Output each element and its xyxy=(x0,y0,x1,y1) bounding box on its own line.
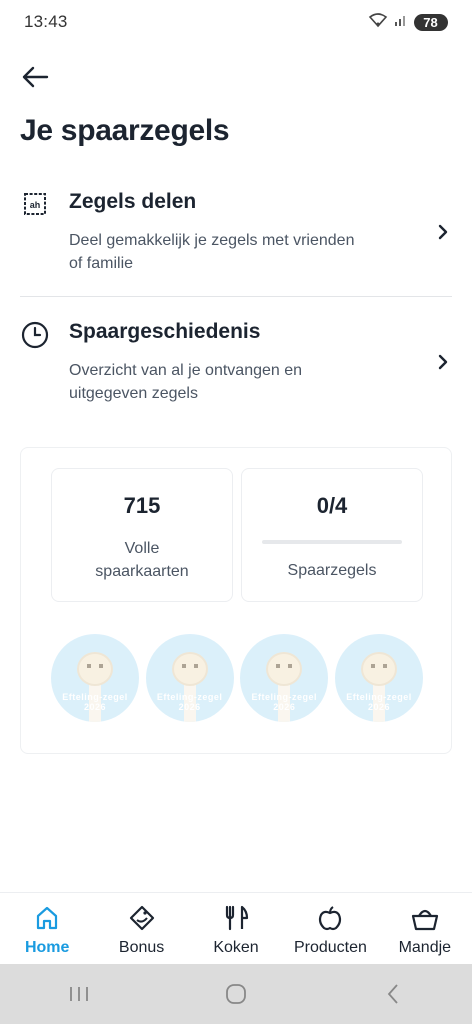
chevron-right-icon xyxy=(436,352,450,372)
nav-item-label: Home xyxy=(24,939,70,956)
nav-item-label: Mandje xyxy=(398,939,452,956)
arrow-left-icon xyxy=(22,66,49,88)
back-button[interactable] xyxy=(18,60,52,94)
home-system-button[interactable] xyxy=(206,974,266,1014)
wifi-icon xyxy=(368,12,388,33)
stamps-label: Spaarzegels xyxy=(287,562,377,579)
stamp-eyes xyxy=(276,664,293,668)
stamp-text: Efteling-zegel 2026 xyxy=(346,692,412,712)
recent-apps-icon xyxy=(69,987,88,1001)
status-icons: 78 xyxy=(368,12,448,33)
menu-item-title: Zegels delen xyxy=(69,190,197,213)
stamp-face xyxy=(77,652,113,686)
nav-item-home[interactable]: Home xyxy=(0,893,94,964)
stamp-image: Efteling-zegel 2026 xyxy=(240,634,329,722)
home-icon xyxy=(32,903,62,933)
nav-item-label: Koken xyxy=(213,939,259,956)
home-circle-icon xyxy=(226,984,246,1004)
stamps-row: Efteling-zegel 2026 Efteling-zegel 2026 Ef… xyxy=(51,634,423,726)
menu-item-spaargeschiedenis[interactable]: Spaargeschiedenis Overzicht van al je on… xyxy=(0,310,472,420)
recent-apps-button[interactable] xyxy=(49,974,109,1014)
stamp-text: Efteling-zegel 2026 xyxy=(62,692,128,712)
status-bar: 13:43 78 xyxy=(0,0,472,44)
stamp-face xyxy=(360,652,397,686)
stamp-text: Efteling-zegel 2026 xyxy=(251,692,318,712)
svg-text:ah: ah xyxy=(30,200,41,210)
stamp-eyes xyxy=(181,664,198,668)
nav-item-koken[interactable]: Koken xyxy=(189,893,283,964)
tag-icon xyxy=(127,903,157,933)
page-title: Je spaarzegels xyxy=(20,114,230,147)
nav-item-label: Producten xyxy=(293,939,367,956)
bottom-nav: Home Bonus Koken Producten Mandje xyxy=(0,892,472,964)
stamp-image: Efteling-zegel 2026 xyxy=(145,634,234,722)
stamp-face xyxy=(171,652,208,686)
stamps-card: 715 Volle spaarkaarten 0/4 Spaarzegels E… xyxy=(20,447,452,754)
full-cards-value: 715 xyxy=(123,493,161,518)
menu-item-description: Deel gemakkelijk je zegels met vrienden … xyxy=(69,232,355,272)
stamps-count-value: 0/4 xyxy=(316,493,348,518)
basket-icon xyxy=(410,903,440,933)
stamp-eyes xyxy=(87,664,103,668)
status-time: 13:43 xyxy=(24,12,68,31)
chevron-left-icon xyxy=(388,984,398,1004)
fork-knife-icon xyxy=(221,903,251,933)
stamp-image: Efteling-zegel 2026 xyxy=(334,634,423,722)
stamp-image: Efteling-zegel 2026 xyxy=(51,634,139,722)
full-cards-label: Volle spaarkaarten xyxy=(95,540,189,580)
menu-item-zegels-delen[interactable]: ah Zegels delen Deel gemakkelijk je zege… xyxy=(0,180,472,290)
chevron-right-icon xyxy=(436,222,450,242)
stamps-progress-box: 0/4 Spaarzegels xyxy=(241,468,423,602)
nav-item-bonus[interactable]: Bonus xyxy=(94,893,188,964)
menu-item-description: Overzicht van al je ontvangen en uitgege… xyxy=(69,362,303,402)
stamp-text: Efteling-zegel 2026 xyxy=(156,692,223,712)
battery-indicator: 78 xyxy=(414,13,448,31)
stamps-progress-bar xyxy=(262,540,402,544)
menu-item-title: Spaargeschiedenis xyxy=(69,320,261,343)
divider xyxy=(20,296,452,297)
apple-icon xyxy=(315,903,345,933)
full-cards-box: 715 Volle spaarkaarten xyxy=(51,468,233,602)
clock-icon xyxy=(20,320,50,350)
nav-item-label: Bonus xyxy=(118,939,165,956)
stamp-face xyxy=(266,652,303,686)
signal-icon xyxy=(394,13,408,32)
system-nav-bar xyxy=(0,964,472,1024)
back-system-button[interactable] xyxy=(363,974,423,1014)
share-stamp-icon: ah xyxy=(20,189,50,219)
nav-item-mandje[interactable]: Mandje xyxy=(378,893,472,964)
nav-item-producten[interactable]: Producten xyxy=(283,893,377,964)
stamp-eyes xyxy=(370,664,387,668)
